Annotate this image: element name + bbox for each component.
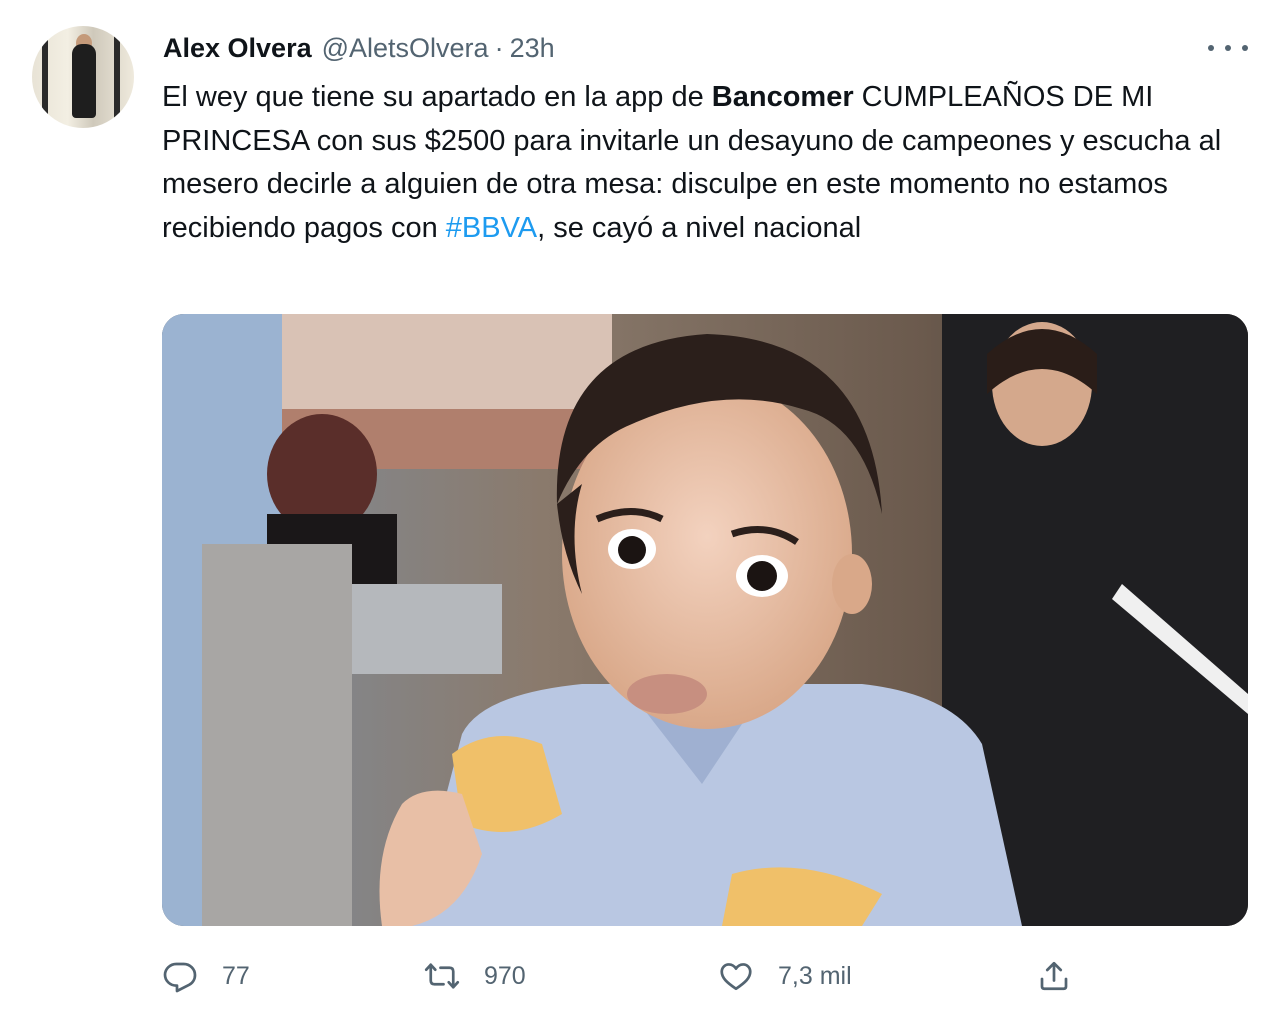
share-button[interactable] xyxy=(1036,950,1072,1002)
retweet-button[interactable]: 970 xyxy=(424,950,526,1002)
heart-icon xyxy=(720,963,752,991)
more-icon[interactable] xyxy=(1208,34,1248,62)
author-handle[interactable]: @AletsOlvera xyxy=(322,33,489,64)
like-count: 7,3 mil xyxy=(778,961,852,990)
tweet-text-bold: Bancomer xyxy=(711,81,854,113)
reply-button[interactable]: 77 xyxy=(162,950,250,1002)
tweet-image[interactable] xyxy=(162,314,1248,926)
reply-icon xyxy=(163,962,197,993)
share-icon xyxy=(1040,961,1068,991)
action-bar: 77 970 7,3 mil xyxy=(0,950,1280,1002)
author-name[interactable]: Alex Olvera xyxy=(163,33,312,64)
like-button[interactable]: 7,3 mil xyxy=(718,950,852,1002)
reply-count: 77 xyxy=(222,961,250,990)
photo-illustration xyxy=(162,314,1248,926)
avatar[interactable] xyxy=(32,26,134,128)
separator-dot: · xyxy=(494,32,504,63)
tweet-text-part: El wey que tiene su apartado en la app d… xyxy=(162,81,712,113)
tweet-header: Alex Olvera @AletsOlvera · 23h xyxy=(163,30,555,66)
tweet-text-part: , se cayó a nivel nacional xyxy=(537,211,862,244)
hashtag-link[interactable]: #BBVA xyxy=(446,212,537,244)
tweet-timestamp[interactable]: 23h xyxy=(510,33,555,64)
tweet-text: El wey que tiene su apartado en la app d… xyxy=(162,76,1252,250)
retweet-icon xyxy=(424,963,460,989)
retweet-count: 970 xyxy=(484,961,526,990)
